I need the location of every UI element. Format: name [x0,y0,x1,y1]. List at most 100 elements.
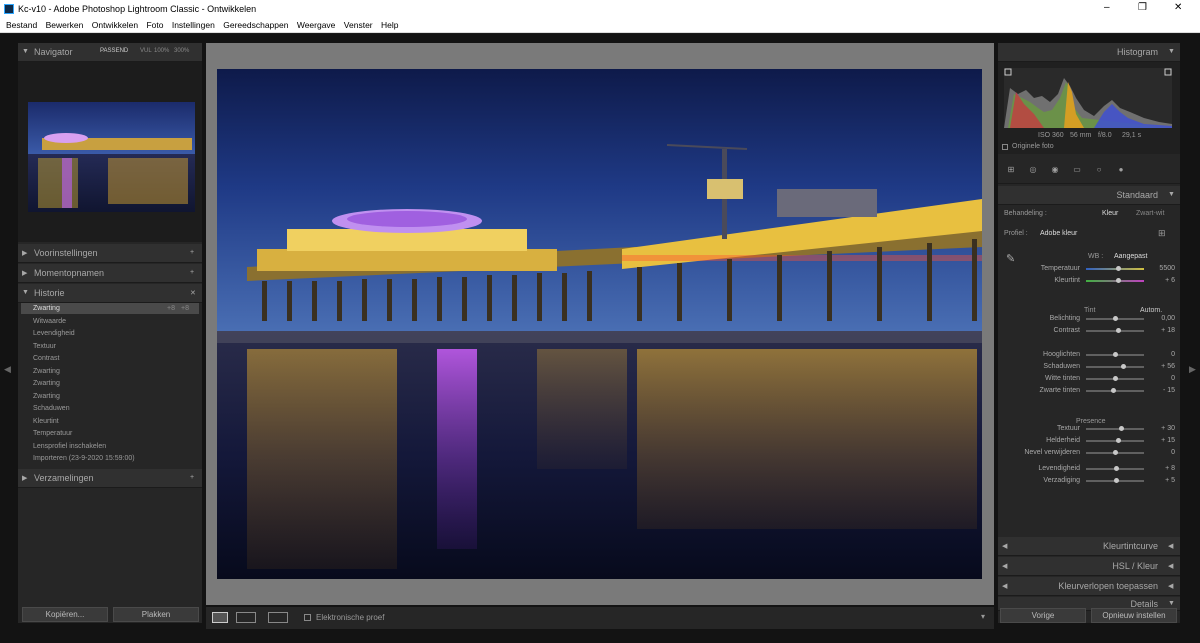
compare-view-icon[interactable] [268,612,288,623]
slider-value[interactable]: 0,00 [1151,315,1175,322]
slider-track[interactable] [1086,438,1144,443]
zoom-300[interactable]: 300% [174,48,189,54]
toolbar-menu-icon[interactable]: ▾ [981,612,985,621]
basic-header[interactable]: Standaard ▼ [998,186,1180,205]
presets-header[interactable]: ▶ Voorinstellingen + [18,244,202,263]
menu-ontwikkelen[interactable]: Ontwikkelen [92,20,138,30]
treatment-color[interactable]: Kleur [1102,210,1118,217]
history-item[interactable]: Importeren (23-9-2020 15:59:00) [21,453,199,464]
slider-value[interactable]: 0 [1151,449,1175,456]
zoom-fit[interactable]: PASSEND [100,48,128,54]
previous-button[interactable]: Vorige [1000,608,1086,623]
history-item[interactable]: Temperatuur [21,428,199,439]
navigator-header[interactable]: ▼ Navigator PASSEND VUL 100% 300% [18,43,202,62]
history-item[interactable]: Witwaarde [21,316,199,327]
add-snapshot-icon[interactable]: + [190,269,194,276]
slider-handle[interactable] [1115,438,1121,443]
slider-value[interactable]: + 8 [1151,465,1175,472]
add-collection-icon[interactable]: + [190,474,194,481]
slider-value[interactable]: + 6 [1151,277,1175,284]
maximize-icon[interactable]: ❐ [1138,2,1147,13]
treatment-bw[interactable]: Zwart-wit [1136,210,1164,217]
slider-handle[interactable] [1115,328,1121,333]
slider-handle[interactable] [1113,450,1118,455]
slider-value[interactable]: + 15 [1151,437,1175,444]
profile-select[interactable]: Adobe kleur [1040,230,1077,237]
spot-removal-icon[interactable]: ◎ [1028,165,1038,175]
slider-handle[interactable] [1110,388,1116,393]
wb-select[interactable]: Aangepast [1114,253,1147,260]
collapse-right-icon[interactable]: ▶ [1189,364,1196,375]
slider-value[interactable]: 5500 [1151,265,1175,272]
slider-handle[interactable] [1113,352,1118,357]
slider-track[interactable] [1086,478,1144,483]
slider-handle[interactable] [1113,316,1118,321]
red-eye-icon[interactable]: ◉ [1050,165,1060,175]
auto-tone-button[interactable]: Autom. [1140,307,1162,314]
hsl-header[interactable]: ◀ HSL / Kleur ◀ [998,557,1180,576]
history-item[interactable]: Zwarting [21,378,199,389]
slider-track[interactable] [1086,450,1144,455]
history-item[interactable]: Lensprofiel inschakelen [21,441,199,452]
slider-track[interactable] [1086,376,1144,381]
slider-track[interactable] [1086,426,1144,431]
copy-button[interactable]: Kopiëren... [22,607,108,622]
collapse-left-icon[interactable]: ◀ [4,364,11,375]
menu-weergave[interactable]: Weergave [297,20,336,30]
paste-button[interactable]: Plakken [113,607,199,622]
history-item[interactable]: Contrast [21,353,199,364]
slider-value[interactable]: - 15 [1151,387,1175,394]
menu-bestand[interactable]: Bestand [6,20,37,30]
crop-icon[interactable]: ⊞ [1006,165,1016,175]
graduated-filter-icon[interactable]: ▭ [1072,165,1082,175]
original-photo-checkbox[interactable] [1002,144,1008,150]
profile-browser-icon[interactable]: ⊞ [1158,228,1166,239]
slider-handle[interactable] [1118,426,1124,431]
loupe-view-icon[interactable] [212,612,228,623]
slider-track[interactable] [1086,466,1144,471]
menu-help[interactable]: Help [381,20,398,30]
clear-history-icon[interactable]: ✕ [190,289,196,297]
slider-handle[interactable] [1113,376,1118,381]
history-item[interactable]: Schaduwen [21,403,199,414]
menu-gereedschappen[interactable]: Gereedschappen [223,20,288,30]
slider-handle[interactable] [1114,466,1120,471]
menu-foto[interactable]: Foto [146,20,163,30]
history-item[interactable]: Zwarting +8 +8 [21,303,199,314]
slider-handle[interactable] [1115,278,1121,283]
close-icon[interactable]: ✕ [1174,2,1182,13]
history-item[interactable]: Zwarting [21,366,199,377]
eyedropper-icon[interactable]: ✎ [1006,252,1015,265]
history-item[interactable]: Kleurtint [21,416,199,427]
zoom-100[interactable]: 100% [154,48,169,54]
proof-checkbox[interactable] [304,614,311,621]
history-header[interactable]: ▼ Historie ✕ [18,284,202,303]
slider-value[interactable]: + 56 [1151,363,1175,370]
slider-track[interactable] [1086,364,1144,369]
history-item[interactable]: Levendigheid [21,328,199,339]
color-grading-header[interactable]: ◀ Kleurverlopen toepassen ◀ [998,577,1180,596]
menu-bewerken[interactable]: Bewerken [46,20,84,30]
slider-track[interactable] [1086,388,1144,393]
history-item[interactable]: Textuur [21,341,199,352]
histogram-header[interactable]: Histogram ▼ [998,43,1180,62]
reset-button[interactable]: Opnieuw instellen [1091,608,1177,623]
slider-track[interactable] [1086,316,1144,321]
slider-track[interactable] [1086,278,1144,283]
main-photo[interactable] [217,69,982,579]
minimize-icon[interactable]: – [1104,2,1110,13]
brush-icon[interactable]: ● [1116,165,1126,175]
slider-track[interactable] [1086,266,1144,271]
slider-track[interactable] [1086,328,1144,333]
radial-filter-icon[interactable]: ○ [1094,165,1104,175]
before-after-view-icon[interactable] [236,612,256,623]
menu-instellingen[interactable]: Instellingen [172,20,215,30]
navigator-thumbnail[interactable] [28,102,195,212]
add-preset-icon[interactable]: + [190,249,194,256]
zoom-fill[interactable]: VUL [140,48,152,54]
slider-value[interactable]: + 5 [1151,477,1175,484]
histogram-graph[interactable] [1004,68,1172,128]
menu-venster[interactable]: Venster [344,20,373,30]
slider-value[interactable]: 0 [1151,375,1175,382]
slider-handle[interactable] [1113,478,1119,483]
